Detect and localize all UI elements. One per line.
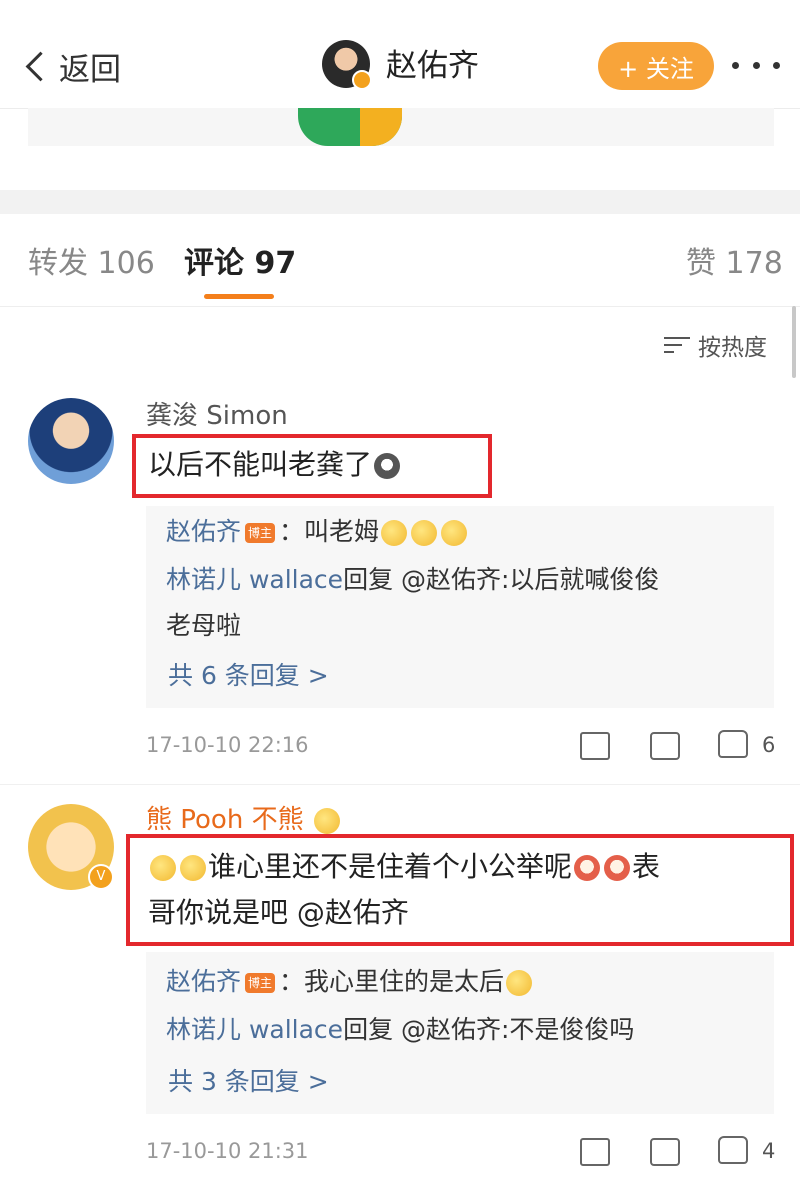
comment-timestamp: 17-10-10 21:31 xyxy=(146,1139,309,1163)
author-avatar[interactable] xyxy=(322,40,372,90)
view-more-replies-link[interactable]: 共 3 条回复 > xyxy=(168,1062,329,1102)
commenter-avatar[interactable]: V xyxy=(28,804,114,890)
comment-icon[interactable] xyxy=(650,732,680,760)
share-icon[interactable] xyxy=(580,1138,610,1166)
commenter-name[interactable]: 龚浚 Simon xyxy=(146,398,288,434)
tab-comment[interactable]: 评论 97 xyxy=(184,244,296,284)
member-badge-icon xyxy=(313,807,340,834)
follow-button[interactable]: + 关注 xyxy=(598,42,714,90)
verified-badge-icon: V xyxy=(88,864,114,890)
comment-icon[interactable] xyxy=(650,1138,680,1166)
scrollbar[interactable] xyxy=(792,306,796,378)
verified-badge-icon xyxy=(352,70,372,90)
tab-like[interactable]: 赞 178 xyxy=(686,244,783,284)
author-name[interactable]: 赵佑齐 xyxy=(386,44,479,88)
share-icon[interactable] xyxy=(580,732,610,760)
reply-line: 林诺儿 wallace回复 @赵佑齐:以后就喊俊俊 xyxy=(166,565,660,594)
emoji-icon xyxy=(374,453,401,479)
more-options-icon[interactable] xyxy=(732,50,780,80)
back-button[interactable]: 返回 xyxy=(22,44,121,88)
sort-by-hot-button[interactable]: 按热度 xyxy=(664,328,767,362)
chevron-left-icon xyxy=(25,51,56,81)
commenter-avatar[interactable] xyxy=(28,398,114,484)
comment-text-continued: 哥你说是吧 @赵佑齐 xyxy=(148,896,409,929)
sort-label: 按热度 xyxy=(698,335,767,361)
tabs-divider xyxy=(0,306,800,307)
view-more-replies-link[interactable]: 共 6 条回复 > xyxy=(168,656,329,696)
tab-repost[interactable]: 转发 106 xyxy=(28,244,155,284)
like-count: 6 xyxy=(762,733,776,757)
like-count: 4 xyxy=(762,1139,776,1163)
commenter-name[interactable]: 熊 Pooh 不熊 xyxy=(146,802,342,838)
back-label: 返回 xyxy=(59,51,121,88)
section-divider xyxy=(0,190,800,214)
comment-divider xyxy=(0,784,800,785)
comment-text: 谁心里还不是住着个小公举呢表 xyxy=(148,846,660,888)
reply-line: 林诺儿 wallace回复 @赵佑齐:不是俊俊吗 xyxy=(166,1015,635,1044)
reply-line-continued: 老母啦 xyxy=(166,611,242,640)
comment-timestamp: 17-10-10 22:16 xyxy=(146,733,309,757)
sort-icon xyxy=(664,335,690,355)
like-icon[interactable] xyxy=(718,1136,748,1164)
post-image[interactable] xyxy=(298,108,402,146)
active-tab-indicator xyxy=(204,294,274,299)
comment-text: 以后不能叫老龚了 xyxy=(148,444,402,486)
reply-line: 赵佑齐 博主 ：我心里住的是太后 xyxy=(166,960,534,1004)
reply-line: 赵佑齐 博主 ：叫老姆 xyxy=(166,510,469,554)
like-icon[interactable] xyxy=(718,730,748,758)
